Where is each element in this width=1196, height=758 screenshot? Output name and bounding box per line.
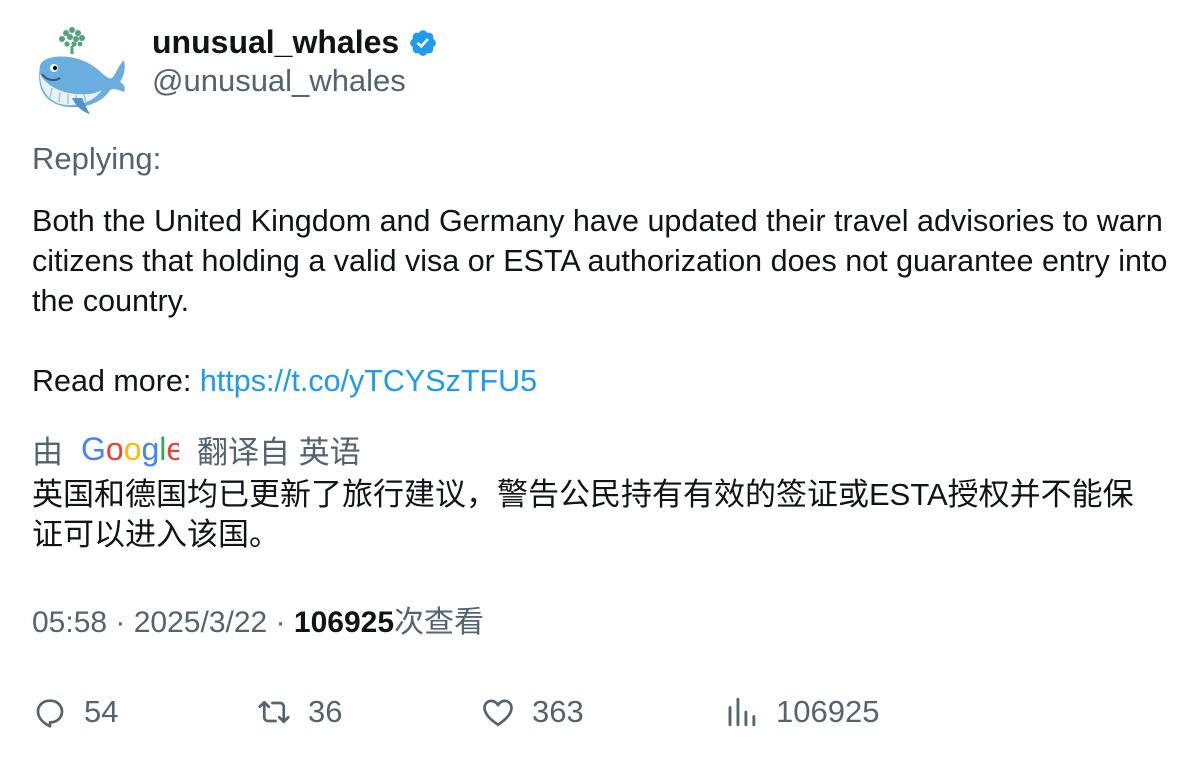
read-more-line: Read more: https://t.co/yTCYSzTFU5 — [32, 361, 1172, 401]
translated-by-row: 由 Google 翻译自 英语 — [32, 427, 361, 472]
heart-icon — [483, 699, 513, 727]
reply-count: 54 — [84, 694, 119, 729]
author-name-row[interactable]: unusual_whales — [152, 24, 438, 60]
translated-from-label[interactable]: 翻译自 英语 — [197, 427, 361, 472]
tweet-actions: 54 36 363 106925 — [32, 688, 1132, 736]
meta-separator: · — [107, 606, 134, 639]
author-display-name[interactable]: unusual_whales — [152, 24, 399, 60]
retweet-icon — [258, 700, 290, 724]
meta-separator: · — [267, 606, 294, 639]
reply-icon — [36, 699, 64, 728]
whale-avatar-icon[interactable] — [32, 24, 128, 116]
read-more-label: Read more: — [32, 364, 200, 398]
bar-chart-icon — [728, 697, 756, 727]
tweet-text: Both the United Kingdom and Germany have… — [32, 201, 1172, 401]
replying-label: Replying: — [32, 141, 162, 176]
read-more-link[interactable]: https://t.co/yTCYSzTFU5 — [200, 364, 537, 398]
views-count: 106925 — [293, 606, 394, 639]
like-count: 363 — [532, 694, 584, 729]
tweet-meta: 05:58 · 2025/3/22 · 106925次查看 — [32, 604, 484, 642]
svg-text:Google: Google — [81, 432, 179, 467]
retweet-count: 36 — [308, 694, 343, 729]
views-label: 次查看 — [394, 606, 484, 639]
google-logo-icon: Google — [81, 432, 179, 467]
like-button[interactable]: 363 — [480, 688, 584, 736]
tweet-time[interactable]: 05:58 — [32, 606, 107, 639]
tweet-body: Both the United Kingdom and Germany have… — [32, 204, 1168, 318]
author-handle[interactable]: @unusual_whales — [152, 63, 406, 99]
retweet-button[interactable]: 36 — [256, 688, 342, 736]
views-action-count: 106925 — [776, 694, 880, 729]
views-button[interactable]: 106925 — [724, 688, 879, 736]
tweet-date[interactable]: 2025/3/22 — [134, 606, 267, 639]
verified-badge-icon — [410, 30, 436, 56]
translated-by-prefix: 由 — [32, 435, 63, 470]
reply-button[interactable]: 54 — [32, 688, 118, 736]
translated-text: 英国和德国均已更新了旅行建议，警告公民持有有效的签证或ESTA授权并不能保证可以… — [32, 477, 1134, 552]
